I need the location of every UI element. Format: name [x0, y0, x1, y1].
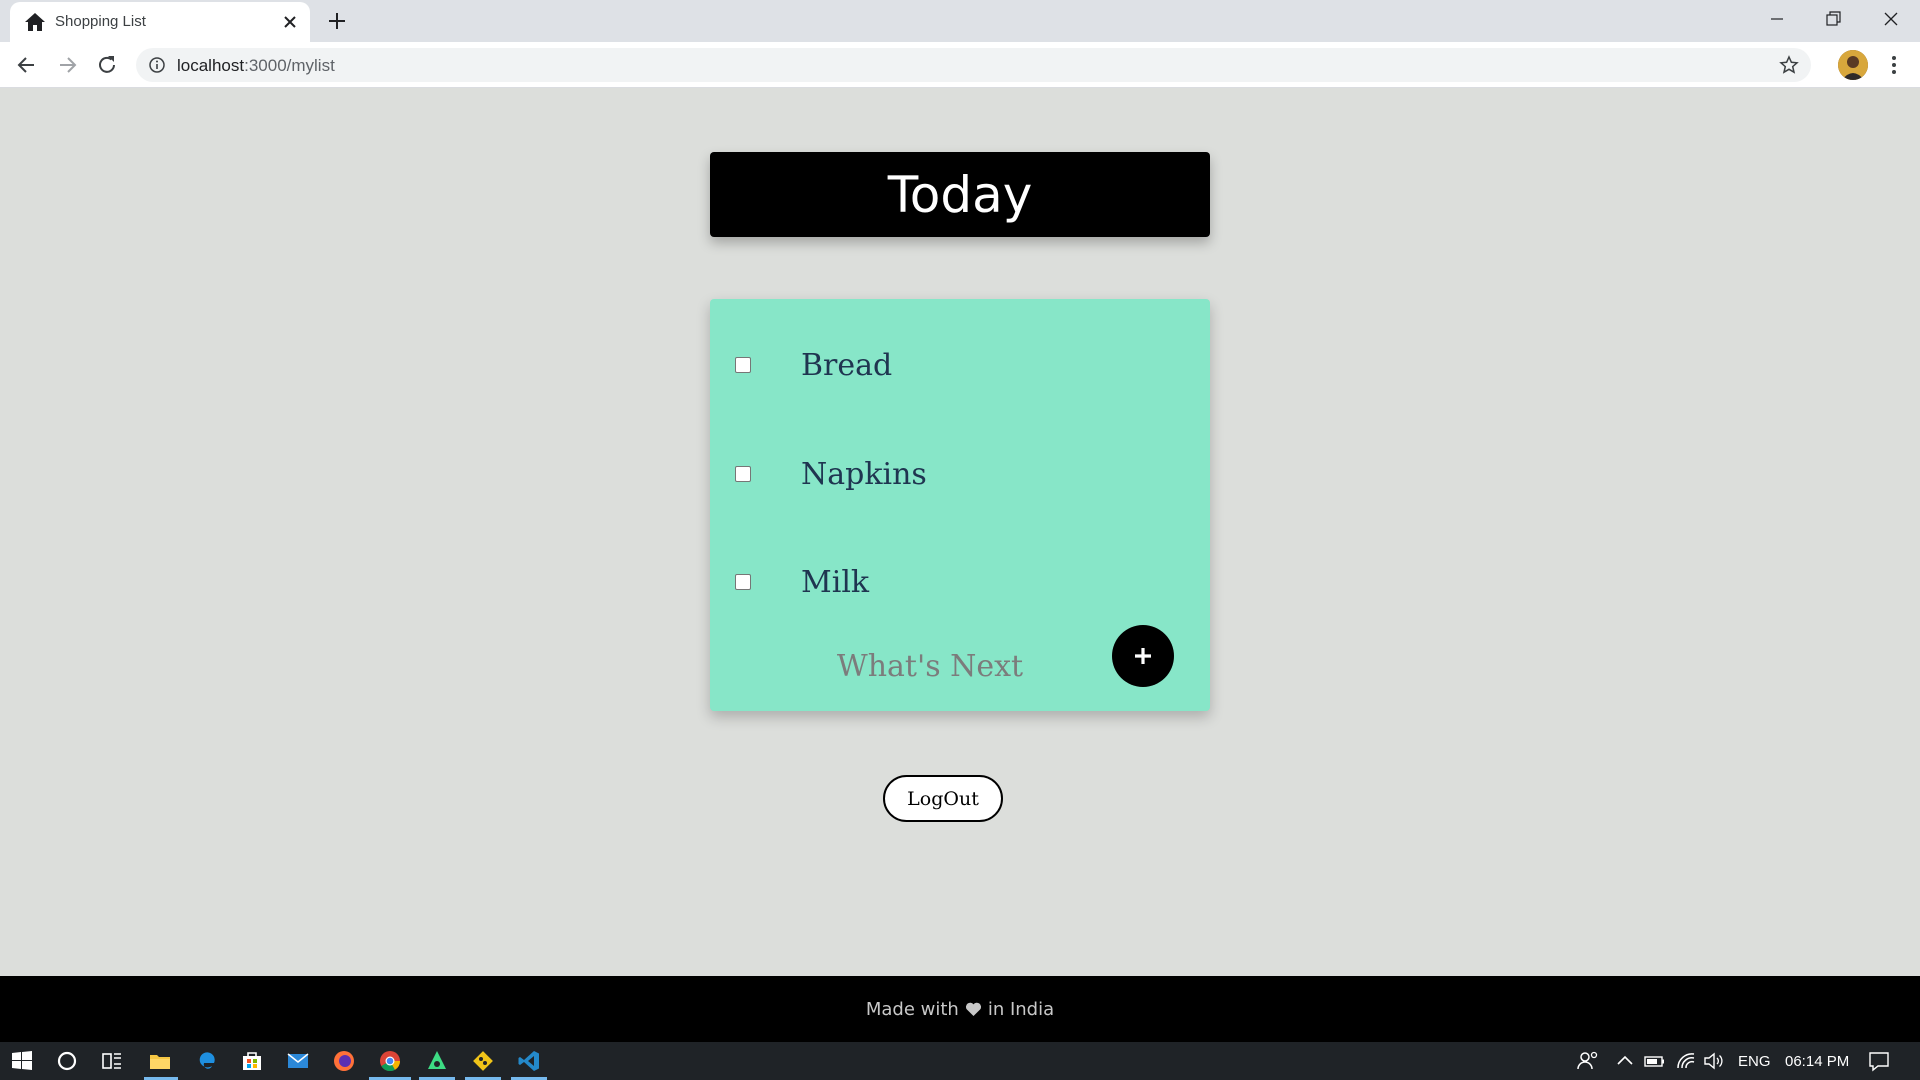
window-close-icon[interactable]: [1876, 6, 1906, 32]
chevron-up-icon[interactable]: [1613, 1049, 1637, 1073]
browser-tab-strip: Shopping List: [0, 0, 1920, 42]
item-checkbox[interactable]: [735, 466, 751, 482]
item-checkbox[interactable]: [735, 357, 751, 373]
chrome-icon[interactable]: [378, 1049, 402, 1073]
todo-list: Bread Napkins Milk What's Next: [710, 299, 1210, 711]
windows-start-icon[interactable]: [10, 1049, 34, 1073]
url-path: :3000/mylist: [244, 56, 335, 75]
url-text: localhost:3000/mylist: [177, 56, 335, 76]
firefox-icon[interactable]: [332, 1049, 356, 1073]
list-heading: Today: [710, 152, 1210, 237]
more-menu-icon[interactable]: [1884, 52, 1904, 78]
item-checkbox[interactable]: [735, 574, 751, 590]
page-content: Today Bread Napkins Milk What's Next Log…: [0, 88, 1920, 1042]
git-icon[interactable]: [471, 1049, 495, 1073]
heart-icon: [965, 1002, 981, 1016]
restore-icon[interactable]: [1818, 6, 1848, 32]
new-tab-icon[interactable]: [326, 10, 348, 32]
browser-toolbar: localhost:3000/mylist: [0, 42, 1920, 88]
language-indicator[interactable]: ENG: [1738, 1053, 1771, 1070]
address-bar[interactable]: localhost:3000/mylist: [136, 48, 1811, 82]
people-icon[interactable]: [1576, 1049, 1600, 1073]
windows-taskbar: ENG 06:14 PM: [0, 1042, 1920, 1080]
forward-arrow-icon[interactable]: [54, 52, 80, 78]
edge-icon[interactable]: [195, 1049, 219, 1073]
store-icon[interactable]: [240, 1049, 264, 1073]
battery-icon[interactable]: [1643, 1049, 1667, 1073]
android-studio-icon[interactable]: [425, 1049, 449, 1073]
info-icon[interactable]: [148, 56, 166, 74]
url-host: localhost: [177, 56, 245, 75]
home-icon: [25, 13, 45, 31]
item-label: Milk: [801, 564, 870, 600]
minimize-icon[interactable]: [1762, 6, 1792, 32]
volume-icon[interactable]: [1702, 1049, 1726, 1073]
plus-icon: [1135, 648, 1151, 664]
task-view-icon[interactable]: [100, 1049, 124, 1073]
item-label: Napkins: [801, 456, 927, 492]
list-item: Bread: [710, 335, 1210, 395]
notifications-icon[interactable]: [1867, 1049, 1891, 1073]
back-arrow-icon[interactable]: [14, 52, 40, 78]
search-circle-icon[interactable]: [55, 1049, 79, 1073]
mail-icon[interactable]: [286, 1049, 310, 1073]
logout-button[interactable]: LogOut: [883, 775, 1003, 822]
list-title: Today: [887, 165, 1033, 224]
reload-icon[interactable]: [94, 52, 120, 78]
add-item-button[interactable]: [1112, 625, 1174, 687]
file-explorer-icon[interactable]: [148, 1049, 172, 1073]
clock-time[interactable]: 06:14 PM: [1785, 1053, 1849, 1070]
footer-made-with: Made with: [865, 998, 959, 1020]
site-footer: Made with in India: [0, 976, 1920, 1042]
footer-country: in India: [987, 998, 1055, 1020]
list-item: Milk: [710, 552, 1210, 612]
profile-avatar[interactable]: [1838, 50, 1868, 80]
bookmark-star-icon[interactable]: [1779, 55, 1799, 75]
browser-tab[interactable]: Shopping List: [10, 2, 310, 42]
footer-text: Made with in India: [0, 976, 1920, 1042]
close-icon[interactable]: [281, 13, 299, 31]
wifi-icon[interactable]: [1675, 1049, 1699, 1073]
list-item: Napkins: [710, 444, 1210, 504]
avatar-icon: [1838, 50, 1868, 80]
vscode-icon[interactable]: [517, 1049, 541, 1073]
tab-title: Shopping List: [55, 13, 146, 30]
item-label: Bread: [801, 347, 893, 383]
